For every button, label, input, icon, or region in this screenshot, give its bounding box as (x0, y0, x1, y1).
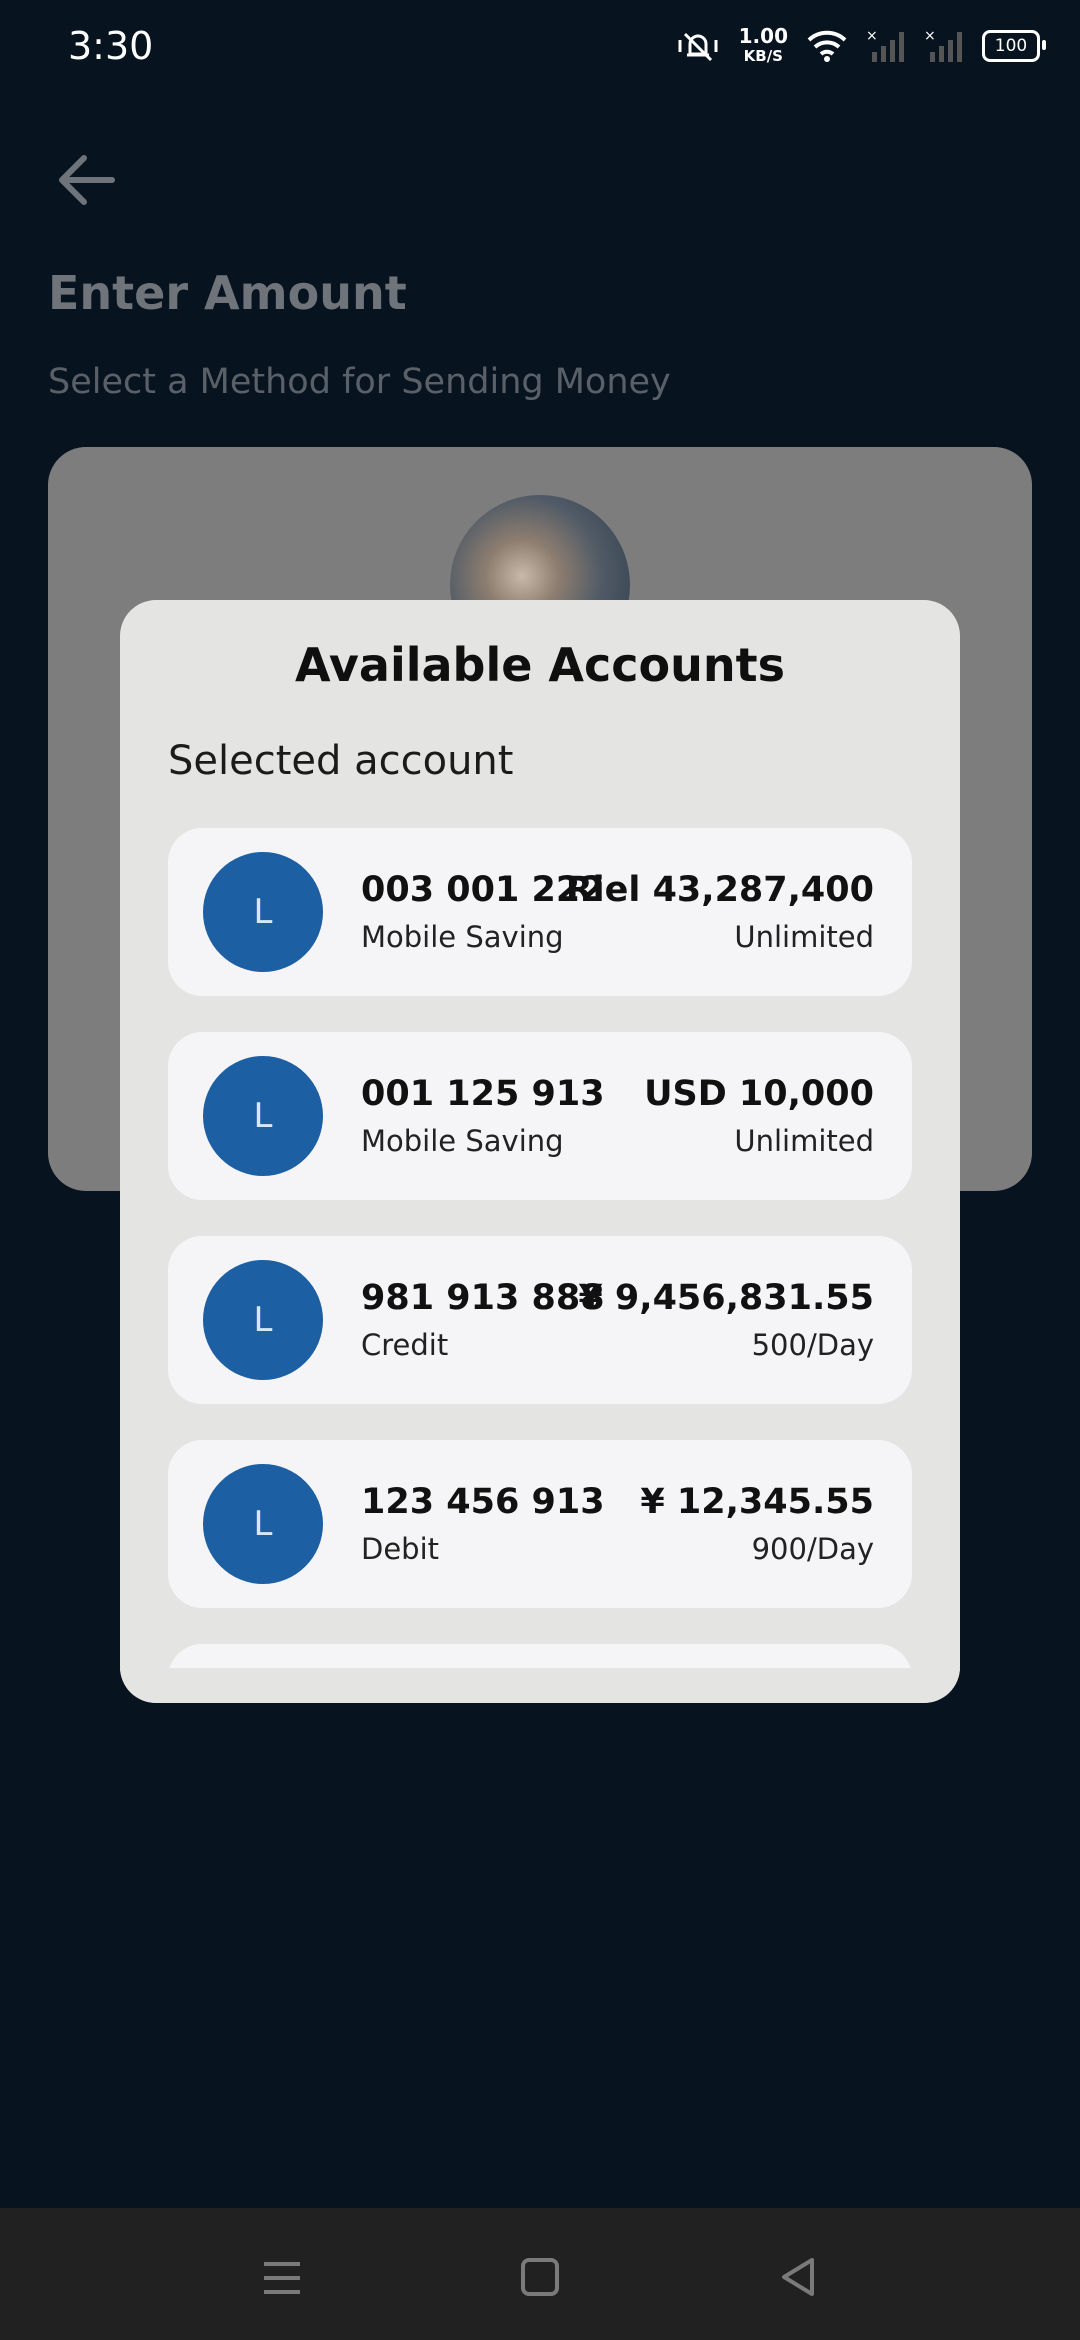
account-type: Debit (361, 1532, 440, 1566)
account-type: Credit (361, 1328, 449, 1362)
status-icons: 1.00 KB/S × × 100 (675, 26, 1046, 66)
account-card[interactable]: L 001 125 913 Mobile Saving USD 10,000 U… (168, 1032, 912, 1200)
account-limit: 900/Day (751, 1532, 874, 1566)
nav-home-button[interactable] (510, 2250, 570, 2306)
network-speed-unit: KB/S (743, 47, 783, 65)
wifi-icon (807, 30, 847, 62)
account-limit: Unlimited (734, 920, 874, 954)
account-type: Mobile Saving (361, 920, 564, 954)
svg-text:×: × (924, 28, 936, 44)
account-card[interactable]: L 981 913 888 Credit ¥ 9,456,831.55 500/… (168, 1236, 912, 1404)
signal-1-icon: × (866, 28, 904, 62)
account-limit: Unlimited (734, 1124, 874, 1158)
network-speed-value: 1.00 (738, 24, 788, 48)
back-triangle-icon (782, 2258, 814, 2296)
back-button[interactable] (50, 150, 120, 210)
selected-account-label: Selected account (168, 738, 514, 784)
account-number: 981 913 888 (361, 1278, 605, 1318)
account-balance: ¥ 12,345.55 (640, 1482, 874, 1522)
status-bar: 3:30 1.00 KB/S × × 100 (0, 0, 1080, 96)
account-balance: USD 10,000 (644, 1074, 874, 1114)
account-avatar: L (203, 1056, 323, 1176)
svg-text:×: × (866, 28, 878, 44)
account-number: 123 456 913 (361, 1482, 605, 1522)
account-avatar: L (203, 1260, 323, 1380)
arrow-left-icon (59, 155, 115, 205)
nav-back-button[interactable] (768, 2250, 828, 2306)
account-card[interactable]: L 003 001 222 Mobile Saving Riel 43,287,… (168, 828, 912, 996)
signal-2-icon: × (924, 28, 962, 62)
account-avatar: L (203, 1464, 323, 1584)
page-title: Enter Amount (48, 266, 407, 320)
modal-list-clip (120, 1668, 960, 1703)
account-balance: Riel 43,287,400 (565, 870, 874, 910)
page-subtitle: Select a Method for Sending Money (48, 362, 671, 402)
account-number: 001 125 913 (361, 1074, 605, 1114)
account-avatar: L (203, 852, 323, 972)
account-card[interactable]: L 123 456 913 Debit ¥ 12,345.55 900/Day (168, 1440, 912, 1608)
account-balance: ¥ 9,456,831.55 (578, 1278, 874, 1318)
account-limit: 500/Day (751, 1328, 874, 1362)
nav-menu-button[interactable] (252, 2250, 312, 2306)
account-type: Mobile Saving (361, 1124, 564, 1158)
battery-icon: 100 (982, 30, 1046, 62)
system-nav-bar (0, 2208, 1080, 2340)
network-speed: 1.00 KB/S (739, 26, 788, 66)
status-time: 3:30 (68, 24, 154, 68)
accounts-modal: Available Accounts Selected account L 00… (120, 600, 960, 1703)
menu-icon (264, 2262, 300, 2294)
home-square-icon (521, 2258, 559, 2296)
mute-bell-icon (678, 32, 718, 62)
modal-title: Available Accounts (294, 638, 786, 692)
